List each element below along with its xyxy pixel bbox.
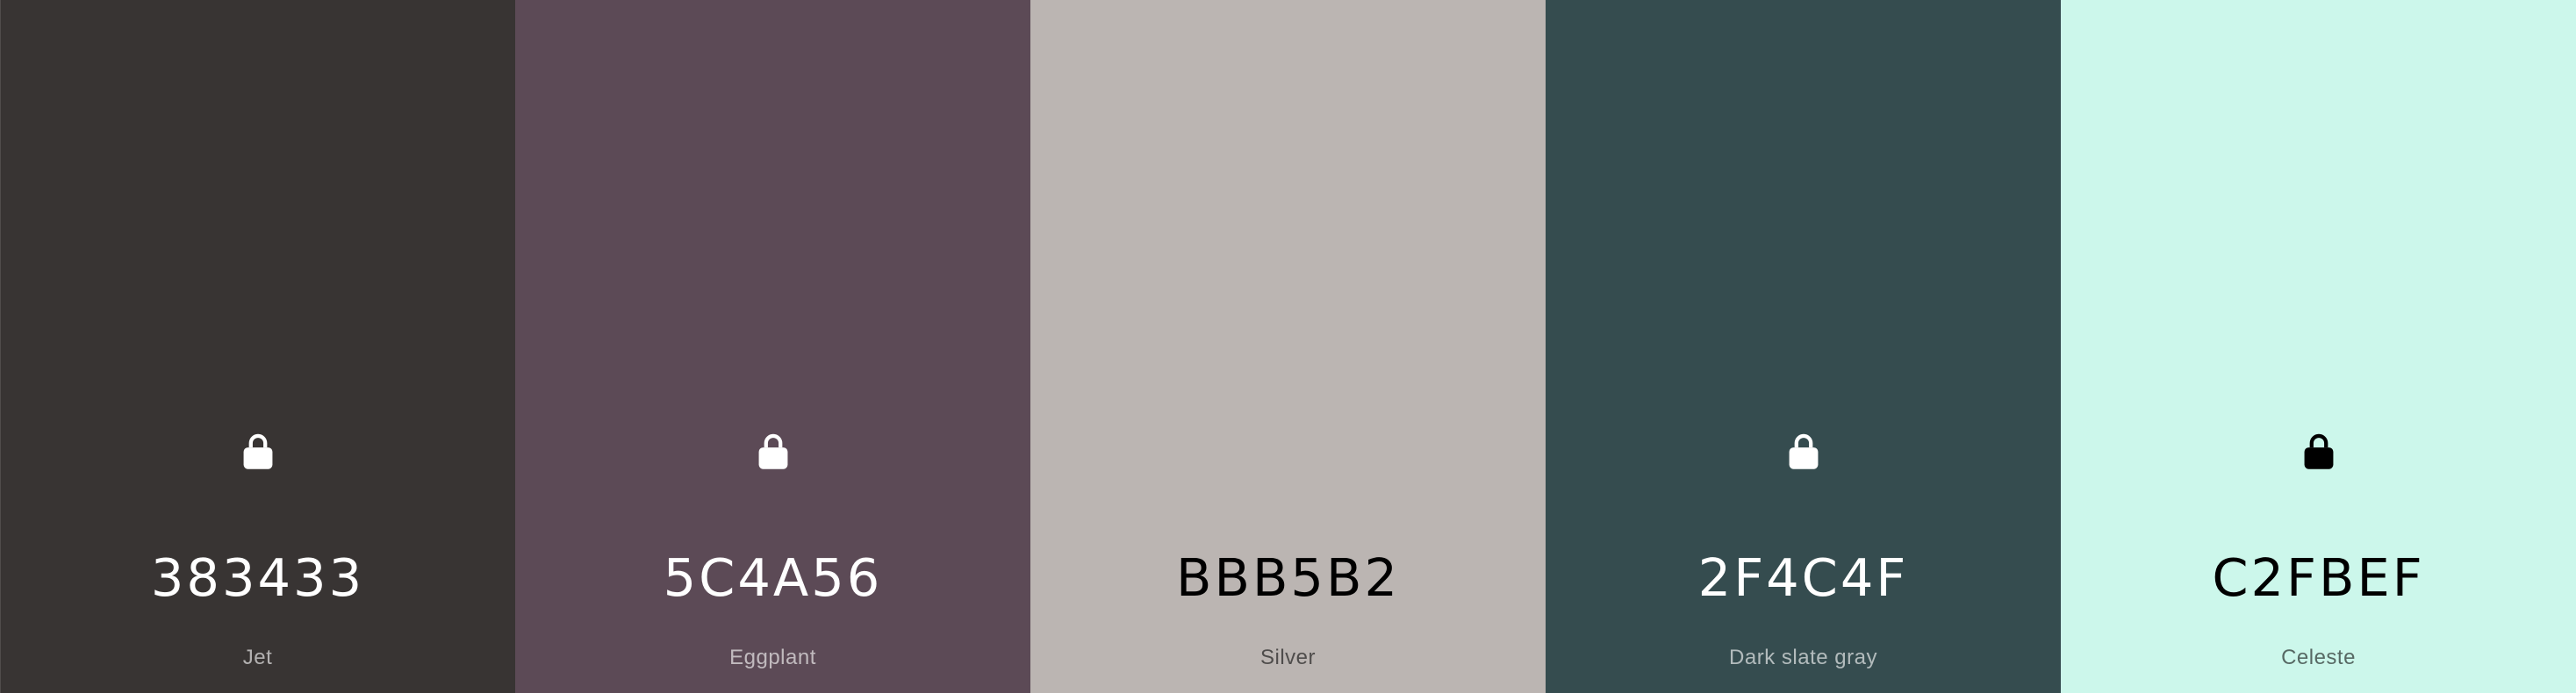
lock-button[interactable] — [747, 425, 800, 478]
lock-icon — [2304, 433, 2333, 469]
hex-code[interactable]: 5C4A56 — [515, 546, 1030, 611]
color-swatch-jet[interactable]: 383433 Jet — [0, 0, 515, 693]
color-name: Dark slate gray — [1729, 646, 1877, 669]
color-palette: 383433 Jet 5C4A56 Eggplant BBB5B2 Silver… — [0, 0, 2576, 693]
color-name: Eggplant — [729, 646, 816, 669]
hex-code[interactable]: BBB5B2 — [1030, 546, 1546, 611]
color-name: Jet — [242, 646, 273, 669]
lock-button[interactable] — [1777, 425, 1830, 478]
lock-icon — [243, 433, 272, 469]
color-swatch-eggplant[interactable]: 5C4A56 Eggplant — [515, 0, 1030, 693]
hex-code[interactable]: 2F4C4F — [1546, 546, 2061, 611]
hex-code[interactable]: C2FBEF — [2061, 546, 2576, 611]
lock-button[interactable] — [232, 425, 284, 478]
color-swatch-celeste[interactable]: C2FBEF Celeste — [2061, 0, 2576, 693]
color-name: Silver — [1259, 646, 1316, 669]
lock-button[interactable] — [2293, 425, 2345, 478]
hex-code[interactable]: 383433 — [0, 546, 515, 611]
color-swatch-silver[interactable]: BBB5B2 Silver — [1030, 0, 1546, 693]
lock-icon — [758, 433, 787, 469]
color-swatch-dark-slate-gray[interactable]: 2F4C4F Dark slate gray — [1546, 0, 2061, 693]
lock-icon — [1789, 433, 1818, 469]
color-name: Celeste — [2281, 646, 2356, 669]
